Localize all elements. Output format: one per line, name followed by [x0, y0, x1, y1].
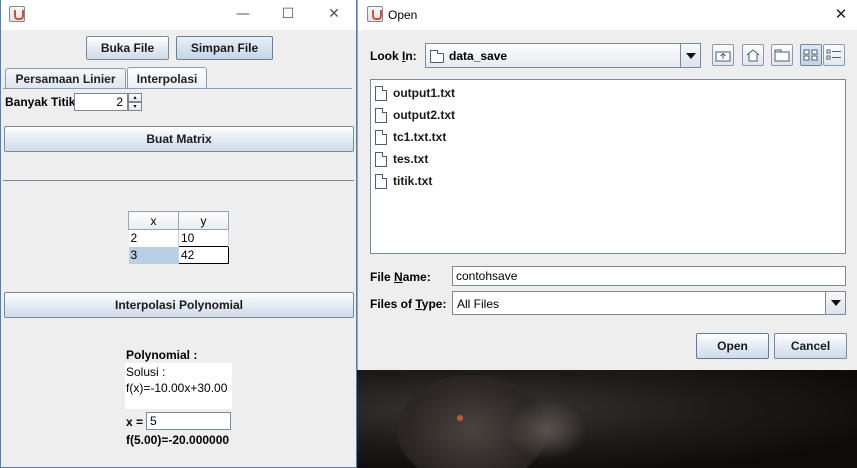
table-cell[interactable]: 2 [128, 229, 179, 247]
table-cell-editing[interactable]: 42 [178, 246, 229, 264]
chevron-down-icon[interactable] [680, 44, 700, 67]
x-input[interactable]: 5 [146, 412, 231, 430]
separator [3, 180, 354, 181]
evaluation-result: f(5.00)=-20.000000 [126, 433, 230, 447]
file-icon [375, 85, 387, 101]
tab-interpolasi[interactable]: Interpolasi [127, 67, 207, 89]
java-app-icon [9, 6, 25, 22]
polynomial-heading: Polynomial : [126, 348, 198, 362]
file-icon [375, 107, 387, 123]
app-window: — ☐ ✕ Buka File Simpan File Persamaan Li… [0, 0, 357, 468]
file-name-input[interactable]: contohsave [452, 266, 846, 286]
table-header-y[interactable]: y [178, 211, 229, 230]
new-folder-icon [774, 49, 790, 62]
file-type-label: Files of Type: [370, 297, 447, 311]
table-cell-selected[interactable]: 3 [128, 246, 179, 264]
solution-label: Solusi : [126, 365, 166, 379]
dialog-titlebar: Open ✕ [358, 0, 857, 30]
build-matrix-button[interactable]: Buat Matrix [4, 126, 354, 152]
dialog-close-button[interactable]: ✕ [826, 4, 856, 24]
spinner-down-button[interactable]: ▾ [128, 102, 142, 111]
look-in-label: Look In: [370, 49, 417, 63]
file-name-label: File Name: [370, 270, 431, 284]
app-titlebar: — ☐ ✕ [1, 0, 356, 30]
details-view-icon [826, 49, 841, 60]
polynomial-formula: f(x)=-10.00x+30.00 [126, 381, 228, 395]
table-row[interactable]: 3 42 [128, 246, 229, 264]
new-folder-button[interactable] [771, 44, 793, 66]
file-item[interactable]: tc1.txt.txt [375, 127, 446, 147]
close-button[interactable]: ✕ [319, 4, 349, 24]
table-row[interactable]: 2 10 [128, 229, 229, 247]
points-table[interactable]: x y 2 10 3 42 [128, 211, 229, 264]
x-label: x = [126, 415, 144, 429]
points-label: Banyak Titik [5, 95, 76, 109]
save-file-button[interactable]: Simpan File [176, 36, 273, 60]
tab-panel-border [3, 88, 352, 89]
open-dialog: Open ✕ Look In: data_save output1.txt ou… [357, 0, 857, 370]
look-in-value: data_save [449, 49, 508, 63]
file-item[interactable]: output2.txt [375, 105, 455, 125]
home-button[interactable] [742, 44, 764, 66]
folder-icon [430, 49, 444, 64]
open-file-button[interactable]: Buka File [86, 36, 169, 60]
file-icon [375, 173, 387, 189]
list-view-icon [803, 49, 818, 61]
table-header-x[interactable]: x [128, 211, 179, 230]
points-spinner-input[interactable]: 2 [74, 93, 128, 111]
file-item[interactable]: tes.txt [375, 149, 428, 169]
chevron-down-icon[interactable] [825, 292, 845, 314]
tab-persamaan-linier[interactable]: Persamaan Linier [5, 68, 126, 88]
cancel-button[interactable]: Cancel [774, 333, 847, 359]
up-folder-button[interactable] [712, 44, 734, 66]
file-item[interactable]: output1.txt [375, 83, 455, 103]
dialog-title: Open [388, 8, 418, 22]
home-icon [746, 49, 760, 62]
maximize-button[interactable]: ☐ [273, 4, 303, 24]
up-folder-icon [715, 51, 731, 62]
java-app-icon [367, 6, 383, 22]
spinner-up-button[interactable]: ▴ [128, 93, 142, 102]
file-icon [375, 129, 387, 145]
file-list[interactable]: output1.txt output2.txt tc1.txt.txt tes.… [370, 79, 846, 254]
open-button[interactable]: Open [696, 333, 769, 359]
table-cell[interactable]: 10 [178, 229, 229, 247]
file-icon [375, 151, 387, 167]
file-item[interactable]: titik.txt [375, 171, 432, 191]
list-view-button[interactable] [800, 44, 822, 66]
background-photo [357, 370, 857, 468]
details-view-button[interactable] [823, 44, 845, 66]
minimize-button[interactable]: — [228, 4, 258, 24]
look-in-dropdown[interactable]: data_save [425, 43, 701, 68]
interpolate-button[interactable]: Interpolasi Polynomial [4, 292, 354, 318]
file-type-dropdown[interactable]: All Files [452, 291, 846, 315]
file-type-value: All Files [457, 297, 500, 311]
